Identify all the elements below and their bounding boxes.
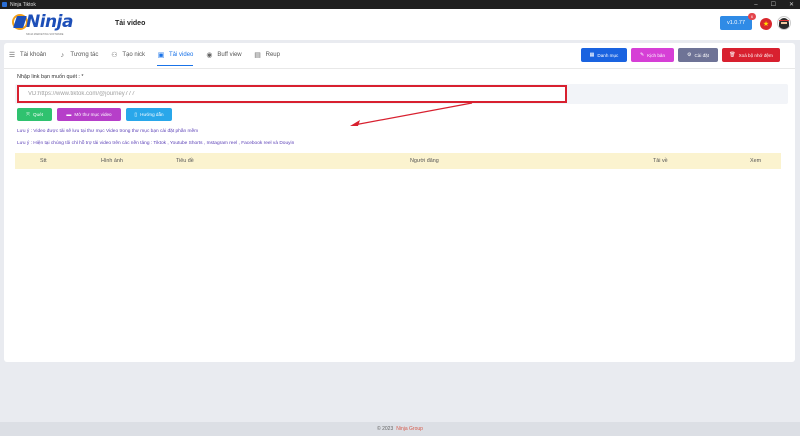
tab-download-video[interactable]: ▣ Tải video: [157, 48, 194, 66]
storage-note: Lưu ý : Video được tải sẽ lưu tại thư mụ…: [17, 129, 199, 134]
tab-buff-view[interactable]: ◉ Buff view: [205, 48, 241, 62]
app-icon: [2, 2, 7, 7]
file-icon: ▤: [254, 52, 261, 59]
guide-label: Hướng dẫn: [140, 112, 164, 117]
script-icon: ✎: [639, 52, 645, 58]
script-label: Kịch bản: [647, 52, 666, 58]
folder-icon: ▬: [66, 111, 72, 118]
maximize-icon[interactable]: ☐: [771, 1, 776, 8]
avatar-face: [781, 22, 787, 24]
main-panel: ☰ Tài khoản ♪ Tương tác ⚇ Tạo nick ▣ Tải…: [4, 43, 795, 362]
action-toolbar: ▦ Danh mục ✎ Kịch bản ⚙ Cài đặt 🗑 Xoá bộ…: [581, 48, 780, 62]
copyright-text: © 2023: [377, 426, 394, 432]
guide-button[interactable]: ▯ Hướng dẫn: [126, 108, 172, 121]
column-header-title: Tiêu đề: [176, 158, 194, 164]
gear-icon: ⚙: [686, 52, 692, 58]
column-header-download: Tải về: [653, 158, 668, 164]
avatar[interactable]: [777, 16, 791, 30]
logo-text: Ninja: [26, 12, 73, 32]
book-icon: ▯: [134, 111, 138, 118]
close-icon[interactable]: ✕: [789, 1, 794, 8]
grid-icon: ▦: [589, 52, 595, 58]
user-plus-icon: ⚇: [111, 52, 118, 59]
tab-label: Tạo nick: [122, 52, 146, 58]
footer: © 2023 Ninja Group: [0, 422, 800, 436]
tab-accounts[interactable]: ☰ Tài khoản: [8, 48, 47, 62]
column-header-view: Xem: [750, 158, 762, 164]
window-controls: – ☐ ✕: [754, 0, 794, 9]
clear-cache-label: Xoá bộ nhớ đệm: [738, 52, 773, 58]
film-icon: ▣: [157, 52, 165, 59]
tab-label: Reup: [265, 52, 280, 58]
scan-label: Quét: [33, 112, 43, 117]
link-input[interactable]: [17, 85, 567, 103]
tab-label: Tải video: [169, 52, 194, 58]
notification-badge: 6: [748, 13, 756, 20]
tab-reup[interactable]: ▤ Reup: [254, 48, 280, 62]
version-button[interactable]: v1.0.77: [720, 16, 752, 30]
category-label: Danh mục: [597, 52, 619, 58]
app-header: Ninja NINJA MARKETING SOFTWARE Tải video…: [0, 9, 800, 40]
link-field-label: Nhập link bạn muốn quét : *: [17, 74, 84, 80]
open-folder-label: Mở thư mục video: [74, 112, 112, 117]
control-buttons: ⤧ Quét ▬ Mở thư mục video ▯ Hướng dẫn: [17, 108, 172, 121]
window-title: Ninja Tiktok: [10, 1, 36, 8]
page-title: Tải video: [115, 20, 146, 27]
video-table-header: Stt Hình ảnh Tiêu đề Người đăng Tải về X…: [15, 153, 781, 169]
platform-note: Lưu ý : Hiện tại chúng tôi chỉ hỗ trợ tả…: [17, 141, 295, 146]
minimize-icon[interactable]: –: [754, 2, 757, 8]
category-button[interactable]: ▦ Danh mục: [581, 48, 627, 62]
column-header-image: Hình ảnh: [101, 158, 123, 164]
tab-label: Buff view: [217, 52, 242, 58]
tab-label: Tài khoản: [20, 52, 47, 58]
tab-label: Tương tác: [70, 52, 99, 58]
logo-tagline: NINJA MARKETING SOFTWARE: [26, 33, 64, 36]
trash-icon: 🗑: [729, 52, 736, 58]
eye-icon: ◉: [206, 52, 213, 59]
scan-button[interactable]: ⤧ Quét: [17, 108, 52, 121]
tab-create-nick[interactable]: ⚇ Tạo nick: [110, 48, 145, 62]
tab-interact[interactable]: ♪ Tương tác: [58, 48, 99, 62]
column-header-stt: Stt: [40, 158, 47, 164]
clear-cache-button[interactable]: 🗑 Xoá bộ nhớ đệm: [722, 48, 780, 62]
column-header-poster: Người đăng: [410, 158, 439, 164]
avatar-band: [779, 20, 789, 21]
scan-icon: ⤧: [26, 111, 31, 118]
ninja-logo: Ninja NINJA MARKETING SOFTWARE: [12, 12, 73, 38]
annotation-arrow: [350, 102, 473, 126]
tab-bar: ☰ Tài khoản ♪ Tương tác ⚇ Tạo nick ▣ Tải…: [8, 48, 292, 66]
open-folder-button[interactable]: ▬ Mở thư mục video: [57, 108, 121, 121]
vietnam-flag-icon[interactable]: ★: [760, 18, 772, 30]
tiktok-icon: ♪: [60, 51, 65, 59]
settings-label: Cài đặt: [694, 52, 710, 58]
list-icon: ☰: [8, 52, 16, 59]
tab-divider: [4, 68, 795, 69]
window-titlebar: Ninja Tiktok – ☐ ✕: [0, 0, 800, 9]
settings-button[interactable]: ⚙ Cài đặt: [678, 48, 718, 62]
brand-link[interactable]: Ninja Group: [396, 426, 423, 432]
script-button[interactable]: ✎ Kịch bản: [631, 48, 674, 62]
